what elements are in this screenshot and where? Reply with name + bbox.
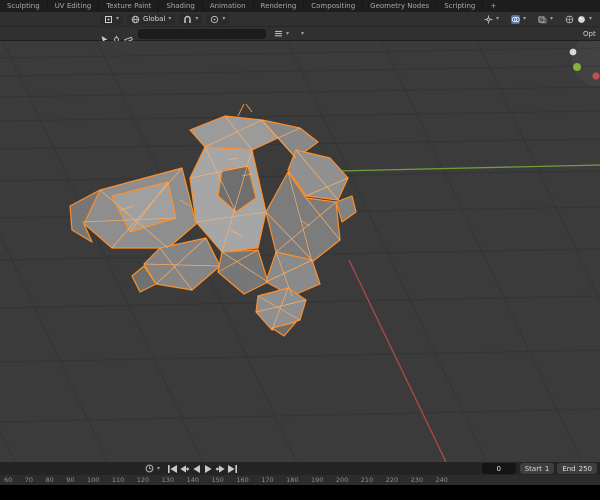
ruler-tick-170: 170 <box>261 475 274 484</box>
workspace-tab-geometry-nodes[interactable]: Geometry Nodes <box>363 0 438 12</box>
gizmo-axis-x-dot[interactable] <box>592 72 600 80</box>
workspace-tab-sculpting[interactable]: Sculpting <box>0 0 48 12</box>
transform-orientation-dropdown[interactable]: Global ▾ <box>127 13 176 25</box>
ruler-tick-220: 220 <box>385 475 399 484</box>
ruler-tick-200: 200 <box>335 475 349 484</box>
ruler-tick-230: 230 <box>410 475 423 484</box>
play-reverse-button[interactable] <box>190 463 202 474</box>
frame-start-label: Start <box>524 464 542 473</box>
ruler-tick-100: 100 <box>87 475 100 484</box>
selected-object-spaceship[interactable] <box>69 103 357 337</box>
toggle-xray-button[interactable]: ▾ <box>534 14 557 25</box>
workspace-tab-rendering[interactable]: Rendering <box>254 0 305 12</box>
gizmo-icon <box>484 15 493 24</box>
frame-end-field[interactable]: End 250 <box>557 463 597 474</box>
chevron-down-icon: ▾ <box>116 15 120 22</box>
chevron-down-icon: ▾ <box>286 29 290 37</box>
orientation-label: Global <box>143 15 166 23</box>
chevron-down-icon: ▾ <box>549 15 553 22</box>
workspace-tab-texture-paint[interactable]: Texture Paint <box>99 0 160 12</box>
frame-start-field[interactable]: Start 1 <box>519 463 555 474</box>
shading-wireframe-icon <box>565 15 574 24</box>
viewport-canvas[interactable] <box>0 41 600 462</box>
axis-x-line <box>348 259 447 462</box>
frame-start-value: 1 <box>544 464 550 473</box>
axis-y-line <box>337 164 600 172</box>
nav-gizmo[interactable] <box>569 41 600 86</box>
chevron-down-icon: ▾ <box>222 15 226 22</box>
jump-to-start-button[interactable] <box>166 463 178 474</box>
current-frame-field[interactable]: 0 <box>481 463 516 474</box>
workspace-tab-animation[interactable]: Animation <box>203 0 254 12</box>
workspace-tab-scripting[interactable]: Scripting <box>437 0 484 12</box>
overlays-icon <box>510 14 520 24</box>
ruler-tick-140: 140 <box>186 475 199 484</box>
shading-solid-icon <box>577 15 586 24</box>
ruler-tick-190: 190 <box>311 475 324 484</box>
orientation-globe-icon <box>131 15 140 24</box>
shading-mode-group[interactable]: ▾ <box>561 14 596 25</box>
show-gizmo-dropdown[interactable]: ▾ <box>480 14 503 25</box>
ruler-tick-180: 180 <box>286 475 299 484</box>
tool-cursor-icon[interactable] <box>112 29 121 44</box>
chevron-down-icon: ▾ <box>495 15 499 22</box>
letterbox-bottom <box>0 485 600 500</box>
show-overlays-dropdown[interactable]: ▾ <box>507 14 530 25</box>
previous-keyframe-button[interactable] <box>178 463 190 474</box>
tool-header-field[interactable] <box>138 28 266 39</box>
list-icon <box>274 29 283 38</box>
frame-end-value: 250 <box>578 464 592 473</box>
ruler-tick-60: 60 <box>4 475 13 484</box>
options-dropdown[interactable]: Options <box>583 30 596 38</box>
chevron-down-icon: ▾ <box>301 29 305 37</box>
ruler-tick-90: 90 <box>66 475 75 484</box>
workspace-tabs: Sculpting UV Editing Texture Paint Shading A… <box>0 0 484 12</box>
chevron-down-icon: ▾ <box>522 15 526 22</box>
ruler-tick-150: 150 <box>211 475 224 484</box>
clock-icon <box>145 464 154 473</box>
timeline-header: ▾ 0 Start 1 End 250 <box>0 462 600 475</box>
add-workspace-button[interactable]: + <box>483 0 503 12</box>
jump-to-end-button[interactable] <box>226 463 238 474</box>
chevron-down-icon: ▾ <box>168 15 172 22</box>
chevron-down-icon: ▾ <box>588 15 592 22</box>
blender-window: Sculpting UV Editing Texture Paint Shading A… <box>0 0 600 500</box>
ruler-tick-130: 130 <box>161 475 175 484</box>
proportional-editing-dropdown[interactable]: ▾ <box>206 13 230 25</box>
workspace-tab-shading[interactable]: Shading <box>159 0 203 12</box>
magnet-icon <box>183 15 192 24</box>
chevron-down-icon: ▾ <box>195 15 199 22</box>
ruler-tick-70: 70 <box>24 475 34 484</box>
viewport-3d[interactable] <box>0 41 600 462</box>
object-mode-icon <box>104 15 113 24</box>
ruler-tick-240: 240 <box>435 475 448 484</box>
tool-select-icon[interactable] <box>100 29 109 44</box>
ruler-ticks: 60 70 80 90 100 110 120 130 140 150 160 170 180 190 20… <box>4 477 448 484</box>
proportional-circle-icon <box>210 15 219 24</box>
ruler-tick-120: 120 <box>136 475 150 484</box>
gizmo-axis-z-dot[interactable] <box>569 48 577 56</box>
ruler-tick-210: 210 <box>360 475 374 484</box>
mode-dropdown[interactable]: ▾ <box>100 13 124 25</box>
tool-extra-dropdown[interactable]: ▾ <box>297 28 308 39</box>
tool-measure-icon[interactable] <box>124 29 133 43</box>
editor-type-dropdown[interactable]: ▾ <box>141 463 164 474</box>
workspace-tab-compositing[interactable]: Compositing <box>304 0 364 12</box>
frame-end-label: End <box>562 464 576 473</box>
tool-settings-bar: ▾ ▾ Options <box>0 27 600 44</box>
topbar: Sculpting UV Editing Texture Paint Shading A… <box>0 0 600 12</box>
viewport-header: ▾ Global ▾ ▾ ▾ ▾ ▾ ▾ ▾ <box>0 12 600 27</box>
ruler-tick-160: 160 <box>236 475 249 484</box>
play-button[interactable] <box>202 463 214 474</box>
gizmo-axis-y-dot[interactable] <box>573 63 581 71</box>
chevron-down-icon: ▾ <box>157 464 161 472</box>
tool-list-dropdown[interactable]: ▾ <box>270 28 293 39</box>
snap-toggle[interactable]: ▾ <box>179 13 203 25</box>
workspace-tab-uv-editing[interactable]: UV Editing <box>48 0 100 12</box>
timeline-ruler[interactable]: 60 70 80 90 100 110 120 130 140 150 160 170 180 190 20… <box>0 475 600 485</box>
next-keyframe-button[interactable] <box>214 463 226 474</box>
ruler-tick-80: 80 <box>45 475 54 484</box>
ruler-tick-110: 110 <box>111 475 125 484</box>
xray-icon <box>538 15 547 24</box>
